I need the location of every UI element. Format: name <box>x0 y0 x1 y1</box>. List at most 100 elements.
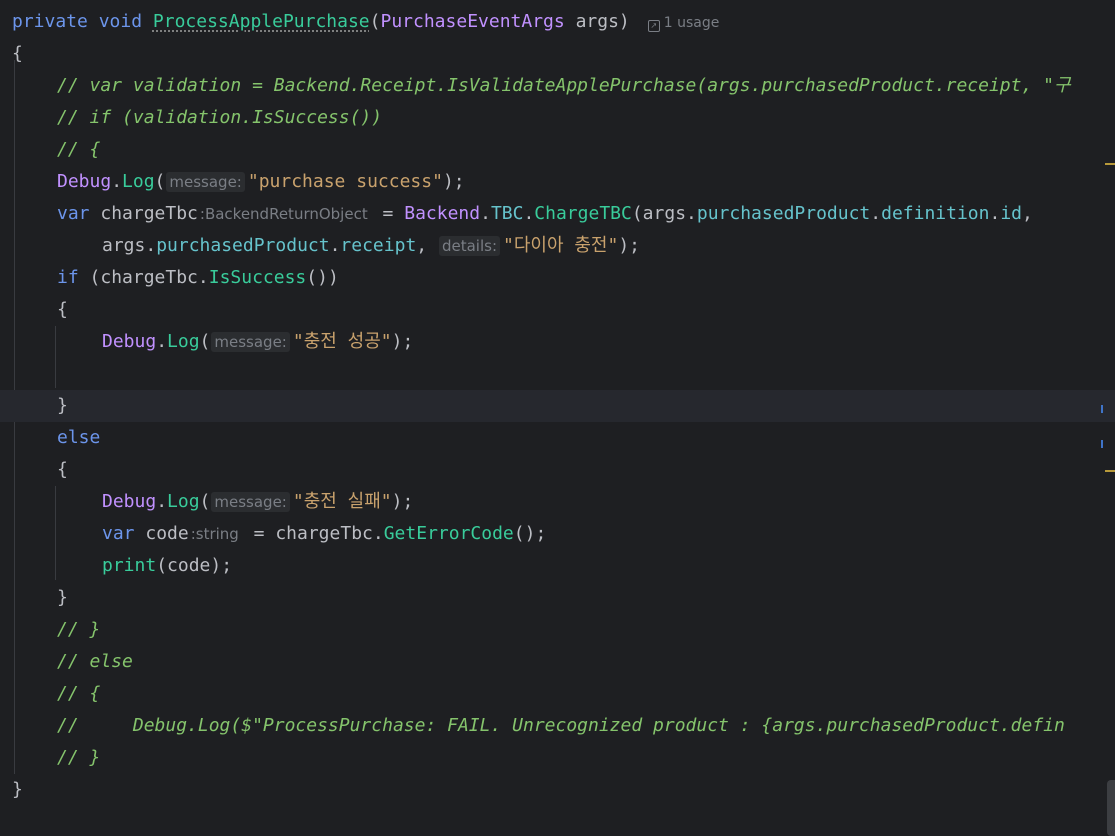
property: receipt <box>340 235 417 256</box>
comment: // } <box>57 747 101 768</box>
code-line-5[interactable]: // { <box>0 134 1115 166</box>
punct: . <box>111 171 123 192</box>
code-line-15[interactable]: { <box>0 454 1115 486</box>
punct: ( <box>199 491 211 512</box>
code-line-23[interactable]: // Debug.Log($"ProcessPurchase: FAIL. Un… <box>0 710 1115 742</box>
method-call: IsSuccess <box>208 267 307 288</box>
class-name: Debug <box>102 331 157 352</box>
code-line-3[interactable]: // var validation = Backend.Receipt.IsVa… <box>0 70 1115 102</box>
param-name: args <box>564 11 619 32</box>
param-type[interactable]: PurchaseEventArgs <box>381 11 565 32</box>
code-line-24[interactable]: // } <box>0 742 1115 774</box>
comment: // { <box>57 139 101 160</box>
punct: , <box>1022 203 1033 224</box>
brace: { <box>57 459 68 480</box>
punct: . <box>329 235 341 256</box>
code-line-12[interactable] <box>0 358 1115 390</box>
code-line-16[interactable]: Debug.Log(message: "충전 실패"); <box>0 486 1115 518</box>
change-marker[interactable] <box>1101 405 1103 413</box>
punct: ); <box>391 331 414 352</box>
code-line-13-current[interactable]: } <box>0 390 1115 422</box>
type-hint: :BackendReturnObject <box>199 205 368 223</box>
code-line-9[interactable]: if (chargeTbc.IsSuccess()) <box>0 262 1115 294</box>
change-marker[interactable] <box>1101 440 1103 448</box>
code-line-21[interactable]: // else <box>0 646 1115 678</box>
keyword: var <box>57 203 90 224</box>
brace: } <box>12 779 23 800</box>
punct: = <box>371 203 405 224</box>
property: purchasedProduct <box>156 235 330 256</box>
code-line-8[interactable]: args.purchasedProduct.receipt, details: "… <box>0 230 1115 262</box>
punct: . <box>156 331 168 352</box>
punct: = chargeTbc. <box>242 523 384 544</box>
punct: ( <box>199 331 211 352</box>
code-line-22[interactable]: // { <box>0 678 1115 710</box>
comment: // { <box>57 683 101 704</box>
method-call: GetErrorCode <box>383 523 514 544</box>
code-line-17[interactable]: var code:string = chargeTbc.GetErrorCode… <box>0 518 1115 550</box>
code-line-6[interactable]: Debug.Log(message: "purchase success"); <box>0 166 1115 198</box>
code-editor[interactable]: private void ProcessApplePurchase(Purcha… <box>0 0 1115 836</box>
brace: { <box>57 299 68 320</box>
comment: // else <box>57 651 133 672</box>
scrollbar-thumb[interactable] <box>1107 780 1115 836</box>
brace: } <box>57 395 68 416</box>
punct: . <box>989 203 1001 224</box>
punct: . <box>523 203 535 224</box>
variable: chargeTbc <box>89 203 198 224</box>
class-name: Debug <box>57 171 112 192</box>
usage-label: 1 usage <box>663 15 720 31</box>
class-name: Backend <box>404 203 481 224</box>
punct: . <box>480 203 491 224</box>
class-name: Debug <box>102 491 157 512</box>
punct: (args. <box>631 203 697 224</box>
param-hint: message: <box>166 172 245 192</box>
code-line-4[interactable]: // if (validation.IsSuccess()) <box>0 102 1115 134</box>
punct: , <box>416 235 438 256</box>
brace: { <box>12 43 23 64</box>
code-line-19[interactable]: } <box>0 582 1115 614</box>
code-line-7[interactable]: var chargeTbc:BackendReturnObject = Back… <box>0 198 1115 230</box>
method-call: Log <box>167 331 200 352</box>
type-hint: :string <box>190 525 239 543</box>
punct: ); <box>442 171 465 192</box>
comment: // } <box>57 619 101 640</box>
usage-link-icon: ↗ <box>647 20 660 32</box>
comment: // var validation = Backend.Receipt.IsVa… <box>57 75 1071 96</box>
punct: ); <box>618 235 640 256</box>
punct: (code); <box>156 555 233 576</box>
method-call: Log <box>167 491 200 512</box>
variable: code <box>134 523 189 544</box>
punct: args. <box>102 235 157 256</box>
method-call: print <box>102 555 157 576</box>
punct: ( <box>154 171 166 192</box>
code-line-11[interactable]: Debug.Log(message: "충전 성공"); <box>0 326 1115 358</box>
code-line-25[interactable]: } <box>0 774 1115 806</box>
code-line-2[interactable]: { <box>0 38 1115 70</box>
code-line-20[interactable]: // } <box>0 614 1115 646</box>
keyword: else <box>57 427 101 448</box>
code-line-18[interactable]: print(code); <box>0 550 1115 582</box>
punct: ); <box>391 491 414 512</box>
property: purchasedProduct <box>696 203 871 224</box>
property: id <box>1000 203 1023 224</box>
code-line-1[interactable]: private void ProcessApplePurchase(Purcha… <box>0 6 1115 38</box>
string-literal: "충전 성공" <box>292 331 392 352</box>
string-literal: "다이아 충전" <box>503 235 619 256</box>
param-hint: message: <box>211 492 290 512</box>
string-literal: "충전 실패" <box>292 491 392 512</box>
code-line-10[interactable]: { <box>0 294 1115 326</box>
comment: // Debug.Log($"ProcessPurchase: FAIL. Un… <box>57 715 1065 736</box>
property: definition <box>881 203 990 224</box>
class-member: TBC <box>490 203 524 224</box>
punct: (); <box>513 523 547 544</box>
method-call: Log <box>122 171 155 192</box>
change-marker[interactable] <box>1105 470 1115 472</box>
method-name[interactable]: ProcessApplePurchase <box>153 11 370 32</box>
code-line-14[interactable]: else <box>0 422 1115 454</box>
keyword: if <box>57 267 79 288</box>
punct: ) <box>618 11 630 32</box>
change-marker[interactable] <box>1105 163 1115 165</box>
keyword: private <box>12 11 88 32</box>
usage-hint[interactable]: ↗ 1 usage <box>647 15 720 32</box>
